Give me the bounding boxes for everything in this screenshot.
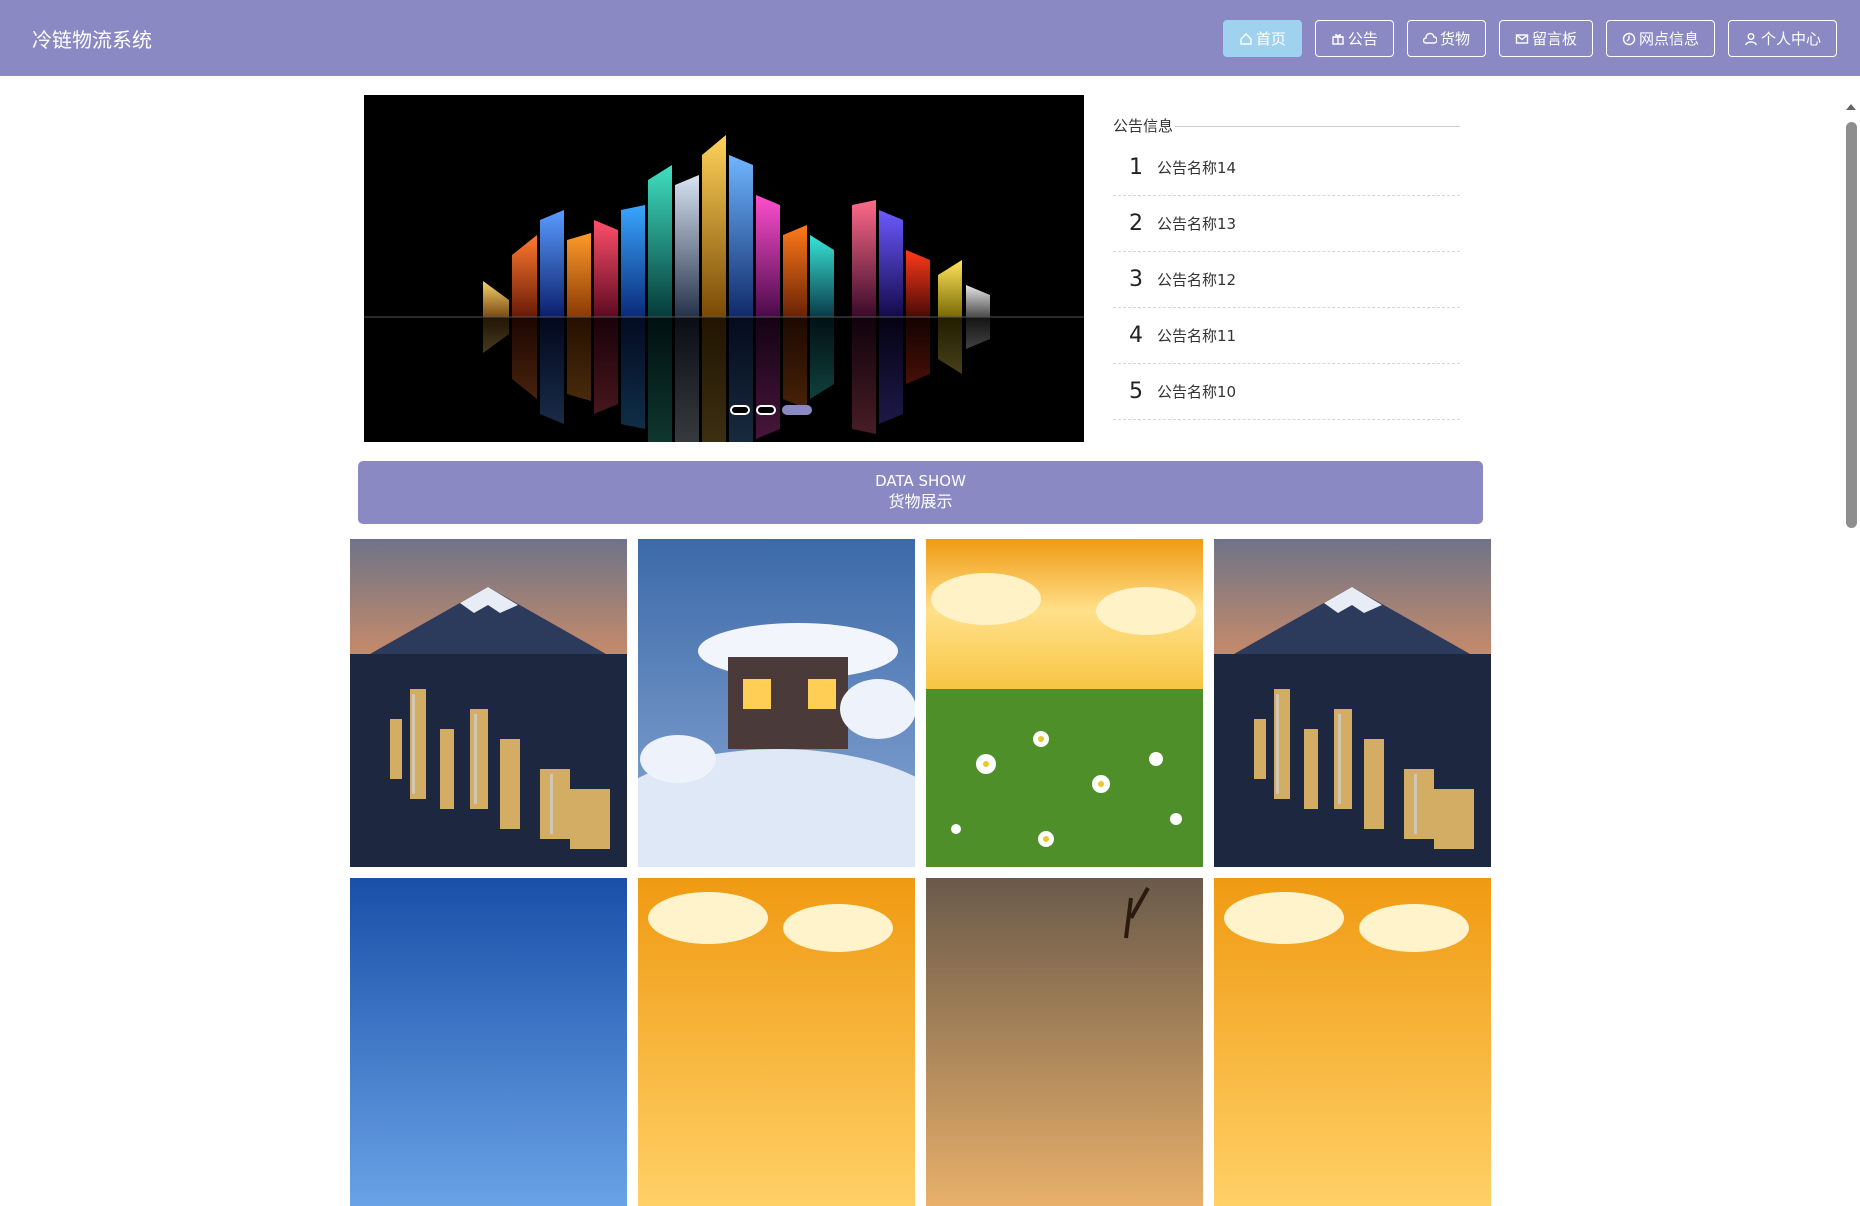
notice-title: 公告信息 [1113, 116, 1174, 135]
notice-item[interactable]: 4 公告名称11 [1113, 308, 1460, 364]
notice-text: 公告名称13 [1157, 215, 1237, 233]
notice-item[interactable]: 1 公告名称14 [1113, 140, 1460, 196]
nav-goods-label: 货物 [1439, 30, 1470, 48]
goods-card-4[interactable] [1214, 539, 1491, 867]
gift-icon [1332, 33, 1344, 45]
mail-icon [1515, 33, 1529, 44]
clock-icon [1622, 32, 1636, 45]
notice-number: 3 [1129, 267, 1143, 292]
app-title: 冷链物流系统 [32, 28, 152, 52]
section-title-zh: 货物展示 [888, 492, 953, 511]
scroll-up-icon[interactable] [1846, 104, 1856, 110]
carousel-dot-3[interactable] [782, 405, 812, 415]
notice-number: 2 [1129, 211, 1143, 236]
page-scrollbar[interactable] [1842, 98, 1860, 938]
carousel-indicators [730, 405, 812, 415]
nav-outlet-button[interactable]: 网点信息 [1605, 20, 1715, 57]
notice-number: 4 [1129, 323, 1143, 348]
top-header: 冷链物流系统 首页 公告 货物 留言板 网点信息 个人中心 [0, 0, 1860, 76]
carousel-dot-2[interactable] [756, 405, 776, 415]
notice-text: 公告名称10 [1157, 383, 1237, 401]
daisy-field-image [926, 539, 1203, 867]
nav-home-label: 首页 [1255, 30, 1286, 48]
notice-header: 公告信息 [1113, 110, 1460, 140]
notice-divider [1175, 126, 1460, 127]
sunset-tree-image [926, 878, 1203, 1206]
carousel-image [364, 95, 1084, 442]
user-icon [1745, 32, 1757, 45]
cloud-icon [1422, 32, 1437, 44]
notice-item[interactable]: 2 公告名称13 [1113, 196, 1460, 252]
hero-carousel[interactable] [364, 95, 1084, 442]
goods-card-3[interactable] [926, 539, 1203, 867]
nav-board-button[interactable]: 留言板 [1498, 20, 1593, 57]
goods-card-5[interactable] [350, 878, 627, 1206]
city-mountain-image [350, 539, 627, 867]
blue-sky-image [350, 878, 627, 1206]
city-mountain-image [1214, 539, 1491, 867]
section-title-en: DATA SHOW [875, 472, 966, 490]
nav-profile-label: 个人中心 [1760, 30, 1821, 48]
nav-profile-button[interactable]: 个人中心 [1727, 20, 1837, 57]
notice-text: 公告名称14 [1157, 159, 1237, 177]
nav-goods-button[interactable]: 货物 [1406, 20, 1486, 57]
nav-notice-button[interactable]: 公告 [1314, 20, 1394, 57]
scroll-thumb[interactable] [1846, 122, 1857, 528]
goods-card-1[interactable] [350, 539, 627, 867]
notice-item[interactable]: 5 公告名称10 [1113, 364, 1460, 420]
notice-list: 1 公告名称14 2 公告名称13 3 公告名称12 4 公告名称11 5 公告… [1113, 140, 1460, 420]
goods-card-7[interactable] [926, 878, 1203, 1206]
snow-house-image [638, 539, 915, 867]
notice-text: 公告名称12 [1157, 271, 1237, 289]
home-icon [1240, 32, 1252, 45]
notice-panel: 公告信息 1 公告名称14 2 公告名称13 3 公告名称12 4 公告名称11… [1113, 110, 1460, 420]
data-show-banner: DATA SHOW 货物展示 [358, 461, 1483, 524]
notice-number: 1 [1129, 155, 1143, 180]
main-nav: 首页 公告 货物 留言板 网点信息 个人中心 [1222, 20, 1837, 57]
goods-card-6[interactable] [638, 878, 915, 1206]
nav-home-button[interactable]: 首页 [1222, 20, 1302, 57]
orange-clouds-image [1214, 878, 1491, 1206]
carousel-dot-1[interactable] [730, 405, 750, 415]
notice-item[interactable]: 3 公告名称12 [1113, 252, 1460, 308]
notice-number: 5 [1129, 379, 1143, 404]
orange-clouds-image [638, 878, 915, 1206]
nav-board-label: 留言板 [1531, 30, 1577, 48]
nav-outlet-label: 网点信息 [1638, 30, 1699, 48]
nav-notice-label: 公告 [1347, 30, 1378, 48]
goods-card-8[interactable] [1214, 878, 1491, 1206]
goods-card-2[interactable] [638, 539, 915, 867]
notice-text: 公告名称11 [1157, 327, 1237, 345]
